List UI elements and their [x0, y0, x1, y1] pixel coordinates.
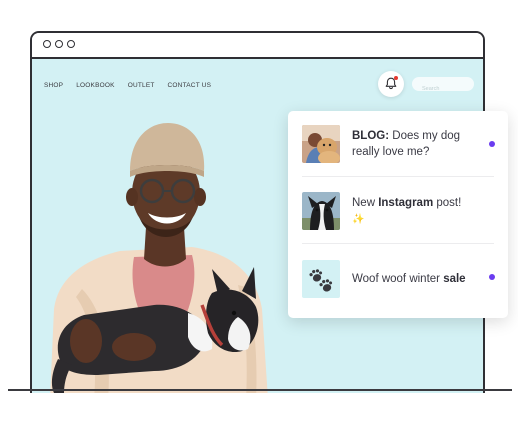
blog-post-thumbnail [302, 125, 340, 163]
notification-text: BLOG: Does my dog really love me? [352, 128, 484, 160]
sparkle-icon: ✨ [352, 214, 365, 225]
notification-item[interactable]: BLOG: Does my dog really love me? [288, 111, 508, 177]
notification-text: New Instagram post! ✨ [352, 195, 484, 228]
notification-highlight: Instagram [378, 197, 434, 209]
window-control-dot[interactable] [43, 40, 51, 48]
paw-icon [309, 269, 333, 292]
unread-indicator [489, 141, 495, 147]
desk-baseline [8, 389, 512, 391]
nav-item-lookbook[interactable]: LOOKBOOK [76, 82, 114, 89]
browser-titlebar [32, 33, 483, 59]
notification-highlight: sale [443, 273, 466, 285]
search-input[interactable] [420, 85, 478, 93]
nav-item-shop[interactable]: SHOP [44, 82, 63, 89]
nav-item-contact-us[interactable]: CONTACT US [168, 82, 212, 89]
notification-prefix: BLOG: [352, 130, 390, 142]
notification-message: New [352, 197, 379, 209]
notifications-button[interactable] [378, 71, 404, 97]
window-control-dot[interactable] [67, 40, 75, 48]
notification-item[interactable]: Woof woof winter sale [288, 243, 508, 309]
notification-message: Woof woof winter [352, 273, 444, 285]
notification-badge [394, 76, 398, 80]
main-nav: SHOP LOOKBOOK OUTLET CONTACT US [44, 82, 224, 89]
notification-text: Woof woof winter sale [352, 271, 484, 287]
notification-message-end: post! [433, 197, 462, 209]
notification-item[interactable]: New Instagram post! ✨ [288, 177, 508, 280]
nav-item-outlet[interactable]: OUTLET [128, 82, 155, 89]
notifications-panel: BLOG: Does my dog really love me? New In… [288, 111, 508, 318]
hero-photo [50, 123, 268, 393]
search-box[interactable] [412, 77, 478, 93]
window-control-dot[interactable] [55, 40, 63, 48]
instagram-post-thumbnail [302, 192, 340, 230]
sale-thumbnail [302, 260, 340, 298]
